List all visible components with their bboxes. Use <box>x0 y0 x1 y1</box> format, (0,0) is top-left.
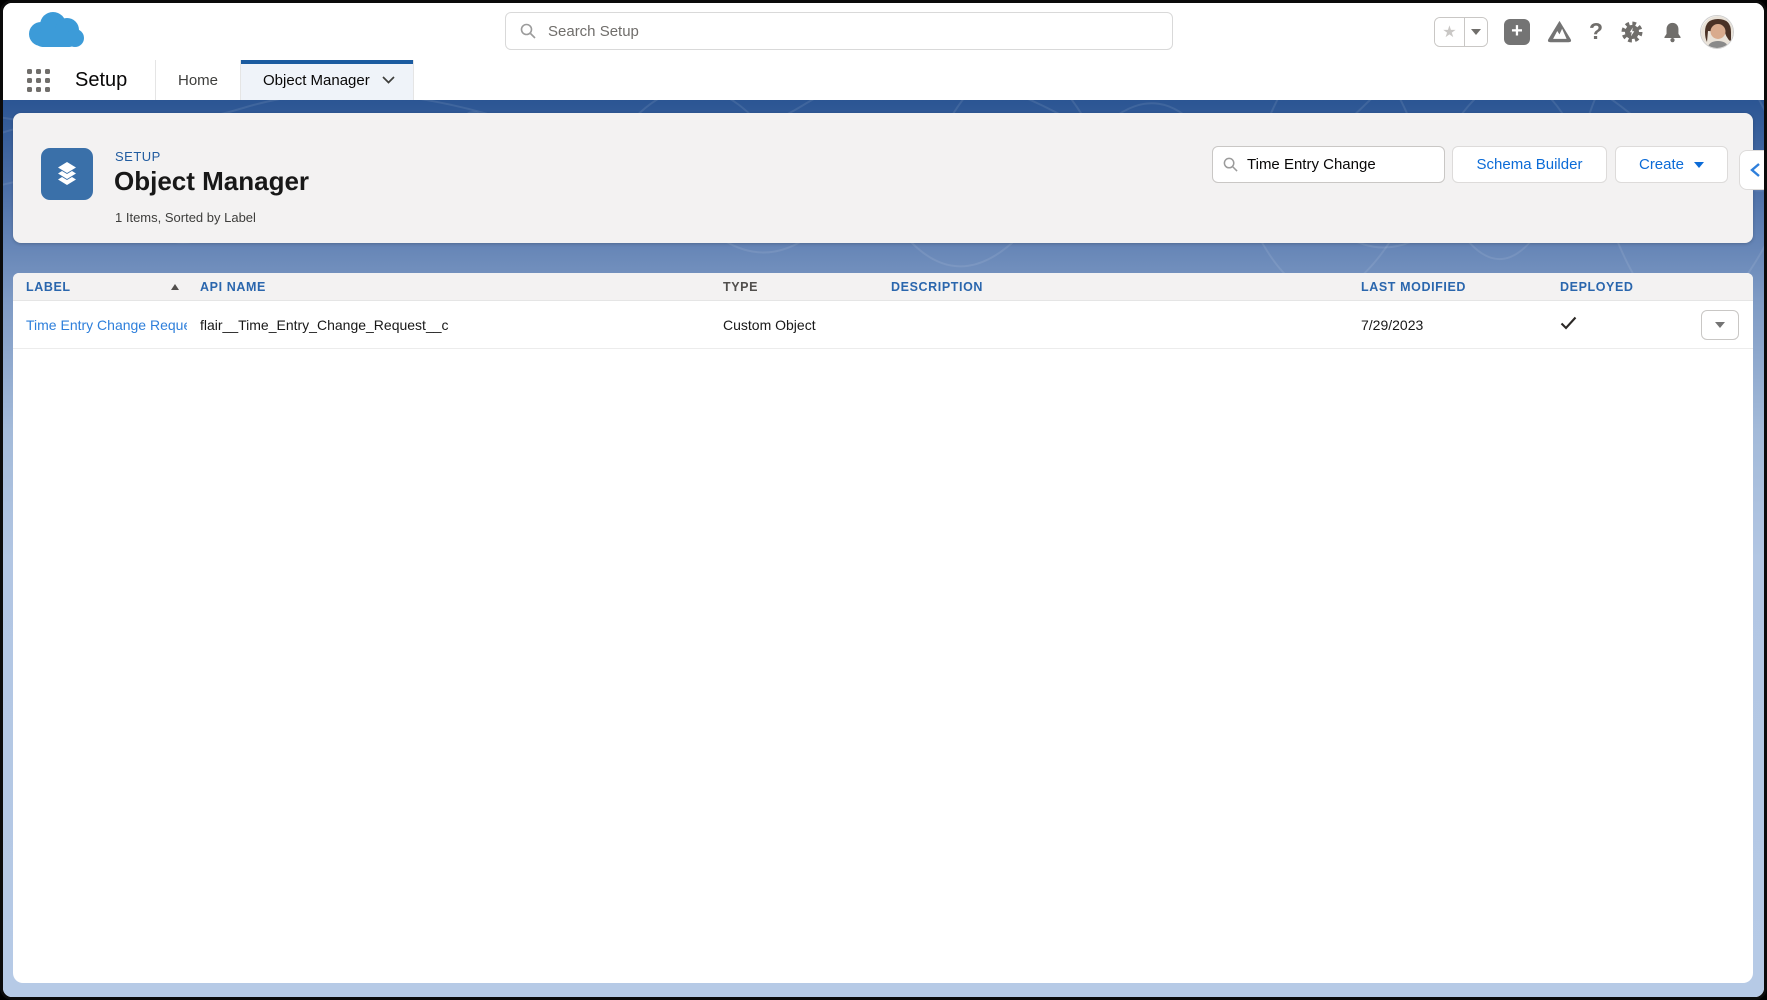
item-count-summary: 1 Items, Sorted by Label <box>115 210 256 225</box>
global-search-input[interactable] <box>548 22 1158 40</box>
breadcrumb-eyebrow: SETUP <box>115 149 161 164</box>
chevron-down-icon <box>1694 161 1705 168</box>
search-icon <box>1223 157 1238 172</box>
favorites-control: ★ <box>1433 16 1488 47</box>
cell-label: Time Entry Change Request <box>13 317 187 333</box>
column-header-type: TYPE <box>723 279 759 294</box>
chevron-left-icon <box>1750 163 1760 177</box>
cell-actions <box>1677 309 1753 340</box>
setup-gear-icon[interactable] <box>1619 19 1645 45</box>
global-search <box>505 12 1173 50</box>
table-row: Time Entry Change Request flair__Time_En… <box>13 301 1753 349</box>
quick-find <box>1212 146 1445 183</box>
page-title: Object Manager <box>114 166 310 196</box>
clipped-edge-button[interactable] <box>1739 150 1764 190</box>
sort-asc-icon <box>171 283 179 290</box>
column-header-api-name[interactable]: API NAME <box>187 280 710 294</box>
setup-nav-bar: Setup Home Object Manager <box>3 60 1764 100</box>
row-actions-button[interactable] <box>1701 309 1739 340</box>
app-window: ★ + ? <box>0 0 1767 1000</box>
cell-last-modified: 7/29/2023 <box>1361 316 1424 333</box>
search-icon <box>520 23 536 39</box>
favorites-expand-icon[interactable] <box>1464 17 1487 46</box>
column-header-label[interactable]: LABEL <box>13 280 187 294</box>
column-header-last-modified[interactable]: LAST MODIFIED <box>1348 280 1547 294</box>
object-manager-page: SETUP Object Manager 1 Items, Sorted by … <box>3 100 1764 997</box>
schema-builder-button[interactable]: Schema Builder <box>1452 146 1607 183</box>
salesforce-logo[interactable] <box>23 8 87 54</box>
notifications-bell-icon[interactable] <box>1661 20 1684 44</box>
create-button[interactable]: Create <box>1615 146 1728 183</box>
cell-type: Custom Object <box>723 316 816 333</box>
header-actions: ★ + ? <box>1433 3 1734 60</box>
add-icon[interactable]: + <box>1503 18 1530 45</box>
column-header-deployed[interactable]: DEPLOYED <box>1547 280 1677 294</box>
help-icon[interactable]: ? <box>1589 18 1603 45</box>
cell-deployed <box>1547 316 1677 333</box>
app-name: Setup <box>75 68 128 91</box>
quick-find-input[interactable] <box>1247 156 1434 173</box>
object-label-link[interactable]: Time Entry Change Request <box>26 317 187 333</box>
global-header: ★ + ? <box>3 3 1764 60</box>
tab-object-manager[interactable]: Object Manager <box>240 60 414 100</box>
favorites-star-icon[interactable]: ★ <box>1434 17 1465 46</box>
user-avatar[interactable] <box>1700 14 1734 49</box>
page-header-card: SETUP Object Manager 1 Items, Sorted by … <box>13 113 1753 243</box>
chevron-down-icon <box>382 76 395 84</box>
chevron-down-icon <box>1715 321 1725 328</box>
cell-api-name: flair__Time_Entry_Change_Request__c <box>200 316 449 333</box>
tab-home[interactable]: Home <box>155 60 240 100</box>
guidance-center-icon[interactable] <box>1546 19 1573 44</box>
deployed-check-icon <box>1560 316 1577 330</box>
nav-tabs: Home Object Manager <box>155 60 414 100</box>
column-header-description[interactable]: DESCRIPTION <box>878 280 1348 294</box>
object-manager-icon <box>41 148 93 200</box>
objects-table: LABEL API NAME TYPE DESCRIPTION LAST MOD… <box>13 273 1753 983</box>
app-launcher-icon[interactable] <box>27 69 51 93</box>
table-header-row: LABEL API NAME TYPE DESCRIPTION LAST MOD… <box>13 273 1753 301</box>
